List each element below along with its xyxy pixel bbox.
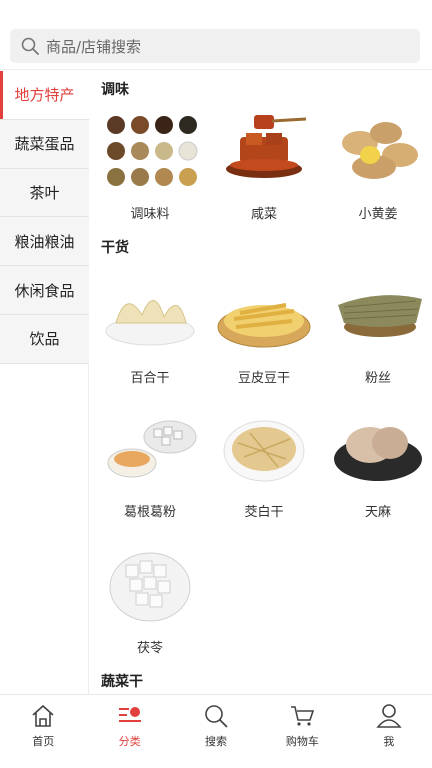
- section-title-dried-goods: 干货: [101, 240, 129, 256]
- product-poria[interactable]: 茯苓: [95, 545, 205, 656]
- product-name: 天麻: [364, 505, 391, 520]
- sidebar-item-label: 饮品: [29, 330, 60, 349]
- search-header: 商品/店铺搜索: [0, 0, 432, 70]
- sidebar-item-local-specialties[interactable]: 地方特产: [0, 71, 89, 120]
- tab-search[interactable]: 搜索: [173, 695, 259, 768]
- search-icon: [21, 37, 39, 55]
- category-content: 调味 调味料 咸菜 小黄姜 干货 百合干 豆皮豆干 粉丝 葛根葛粉 茭白干 天麻…: [89, 71, 432, 695]
- app-root: 商品/店铺搜索 地方特产 蔬菜蛋品 茶叶 粮油粮油 休闲食品 饮品 调味 调味料: [0, 0, 432, 768]
- tab-label: 分类: [118, 735, 141, 748]
- user-icon: [376, 704, 402, 728]
- home-icon: [32, 704, 54, 727]
- tofu-skin-product-image: [217, 303, 311, 348]
- category-icon: [118, 707, 141, 722]
- sidebar-item-tea[interactable]: 茶叶: [0, 169, 89, 218]
- product-dried-lily[interactable]: 百合干: [95, 275, 205, 386]
- product-gastrodia[interactable]: 天麻: [323, 409, 432, 520]
- product-name: 百合干: [130, 371, 170, 386]
- sidebar-item-label: 休闲食品: [14, 281, 75, 300]
- pickles-product-image: [226, 115, 307, 178]
- tab-label: 我: [383, 735, 395, 748]
- tab-category[interactable]: 分类: [86, 695, 172, 768]
- product-pickles[interactable]: 咸菜: [209, 111, 319, 222]
- kudzu-product-image: [107, 420, 197, 478]
- water-bamboo-product-image: [223, 420, 305, 482]
- tab-me[interactable]: 我: [346, 695, 432, 768]
- cart-icon: [291, 706, 315, 726]
- sidebar-item-label: 茶叶: [29, 183, 60, 202]
- product-name: 调味料: [130, 207, 170, 222]
- search-placeholder: 商品/店铺搜索: [46, 37, 142, 56]
- tab-label: 购物车: [285, 735, 319, 748]
- product-water-bamboo[interactable]: 茭白干: [209, 409, 319, 520]
- tab-cart[interactable]: 购物车: [259, 695, 345, 768]
- product-vermicelli[interactable]: 粉丝: [323, 275, 432, 386]
- section-title-seasoning: 调味: [101, 82, 129, 98]
- section-title-dried-vegetables: 蔬菜干: [101, 674, 143, 690]
- category-sidebar: 地方特产 蔬菜蛋品 茶叶 粮油粮油 休闲食品 饮品: [0, 71, 89, 364]
- sidebar-item-snacks[interactable]: 休闲食品: [0, 266, 89, 315]
- tab-label: 搜索: [205, 735, 228, 748]
- vermicelli-product-image: [338, 295, 422, 337]
- product-name: 茯苓: [136, 641, 163, 656]
- sidebar-item-label: 蔬菜蛋品: [14, 135, 75, 154]
- sidebar-item-label: 地方特产: [14, 86, 75, 105]
- product-name: 茭白干: [244, 505, 284, 520]
- product-ginger[interactable]: 小黄姜: [323, 111, 432, 222]
- search-icon: [205, 705, 228, 728]
- sidebar-item-grain-oil[interactable]: 粮油粮油: [0, 217, 89, 267]
- product-name: 咸菜: [250, 207, 277, 222]
- dried-lily-product-image: [105, 300, 195, 346]
- seasoning-product-image: [107, 116, 198, 186]
- product-name: 粉丝: [364, 371, 391, 386]
- bottom-tab-bar: 首页 分类 搜索 购物车 我: [0, 694, 432, 768]
- sidebar-item-drinks[interactable]: 饮品: [0, 315, 89, 364]
- sidebar-item-label: 粮油粮油: [14, 232, 75, 251]
- tab-label: 首页: [32, 735, 55, 748]
- sidebar-empty-area: [0, 364, 89, 694]
- ginger-product-image: [342, 122, 418, 179]
- sidebar-item-vegetables-eggs[interactable]: 蔬菜蛋品: [0, 120, 89, 169]
- product-kudzu[interactable]: 葛根葛粉: [95, 409, 205, 520]
- product-name: 豆皮豆干: [237, 371, 290, 386]
- search-bar[interactable]: 商品/店铺搜索: [10, 29, 420, 63]
- poria-product-image: [109, 552, 191, 622]
- product-tofu-skin[interactable]: 豆皮豆干: [209, 275, 319, 386]
- product-name: 葛根葛粉: [123, 505, 176, 520]
- tab-home[interactable]: 首页: [0, 695, 86, 768]
- product-name: 小黄姜: [358, 207, 398, 222]
- gastrodia-product-image: [334, 427, 422, 481]
- product-seasoning[interactable]: 调味料: [95, 111, 205, 222]
